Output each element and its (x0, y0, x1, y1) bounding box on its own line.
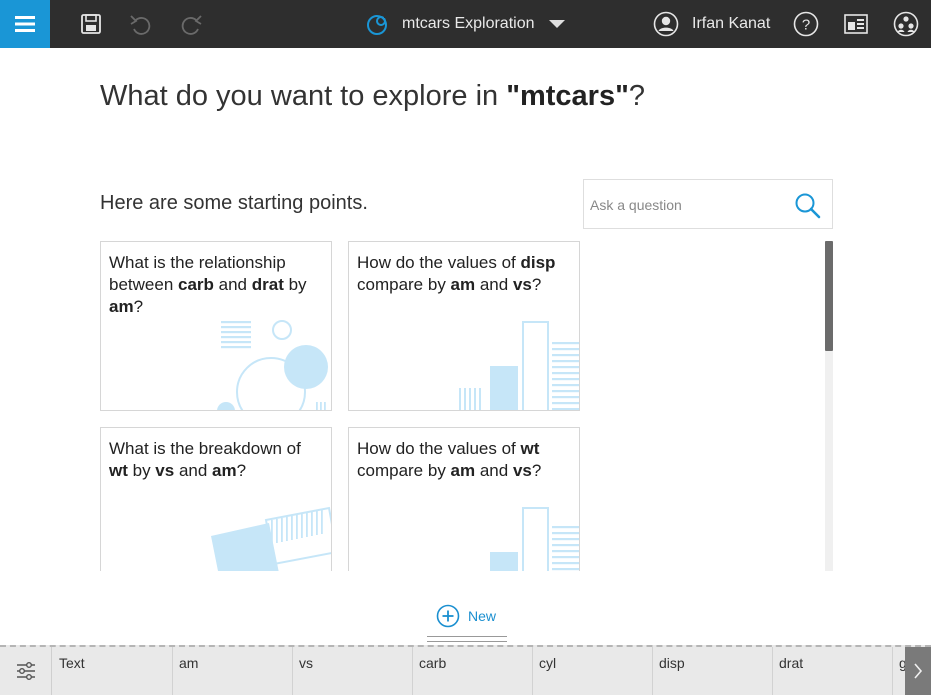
scroll-right-button[interactable] (905, 647, 931, 695)
help-icon: ? (793, 11, 819, 37)
data-column-header[interactable]: carb (413, 647, 533, 695)
menu-button[interactable] (0, 0, 50, 48)
redo-icon (181, 15, 202, 35)
ask-question-input[interactable] (590, 194, 790, 216)
suggestion-card[interactable]: How do the values of disp compare by am … (348, 241, 580, 411)
starting-points-heading: Here are some starting points. (100, 192, 368, 214)
app-window: mtcars Exploration Irfan Kanat ? What do… (0, 0, 931, 695)
share-icon (893, 11, 919, 37)
data-column-header[interactable]: drat (773, 647, 893, 695)
redo-button[interactable] (179, 12, 203, 36)
top-bar: mtcars Exploration Irfan Kanat ? (0, 0, 931, 48)
page-title-suffix: ? (628, 80, 645, 112)
bar-chart-illustration-icon (490, 507, 579, 571)
undo-icon (130, 15, 151, 35)
data-column-header[interactable]: vs (293, 647, 413, 695)
new-button-label: New (468, 608, 497, 624)
data-column-header[interactable]: cyl (533, 647, 653, 695)
data-settings-button[interactable] (0, 647, 52, 695)
presentation-button[interactable] (843, 11, 869, 37)
undo-button[interactable] (129, 12, 153, 36)
page-title: What do you want to explore in "mtcars"? (100, 80, 645, 113)
page-title-prefix: What do you want to explore in (100, 80, 507, 112)
user-name: Irfan Kanat (692, 15, 771, 32)
data-column-header[interactable]: Text (53, 647, 173, 695)
search-icon[interactable] (794, 192, 822, 220)
suggestion-card[interactable]: How do the values of wt compare by am an… (348, 427, 580, 571)
new-button[interactable]: New (436, 604, 496, 628)
add-circle-icon (436, 604, 460, 628)
data-column-header[interactable]: disp (653, 647, 773, 695)
suggestion-card[interactable]: What is the relationship between carb an… (100, 241, 332, 411)
exploration-title-dropdown[interactable]: mtcars Exploration (366, 12, 565, 36)
ask-question-box[interactable] (583, 179, 833, 229)
page-title-dataset: "mtcars" (506, 80, 629, 112)
svg-text:?: ? (802, 17, 810, 34)
chevron-right-icon (914, 663, 923, 679)
save-icon (81, 14, 101, 34)
share-button[interactable] (893, 11, 919, 37)
chevron-down-icon (548, 20, 565, 28)
presentation-icon (844, 14, 868, 34)
suggestion-cards: What is the relationship between carb an… (100, 241, 834, 571)
save-button[interactable] (79, 12, 103, 36)
scatter-chart-illustration-icon (217, 320, 328, 410)
help-button[interactable]: ? (793, 11, 819, 37)
panel-resize-handle[interactable] (427, 636, 507, 642)
suggestion-card[interactable]: What is the breakdown of wt by vs and am… (100, 427, 332, 571)
menu-icon (15, 16, 35, 32)
cards-scrollbar-thumb[interactable] (825, 241, 833, 351)
bar-chart-illustration-icon (459, 321, 579, 410)
data-column-header[interactable]: am (173, 647, 293, 695)
exploration-title: mtcars Exploration (402, 15, 535, 32)
user-avatar-icon (653, 11, 679, 37)
exploration-icon (367, 13, 389, 35)
user-menu[interactable]: Irfan Kanat (653, 11, 770, 37)
data-panel: Text am vs carb cyl disp drat g (0, 645, 931, 695)
sliders-icon (16, 662, 35, 680)
breakdown-chart-illustration-icon (211, 506, 331, 571)
